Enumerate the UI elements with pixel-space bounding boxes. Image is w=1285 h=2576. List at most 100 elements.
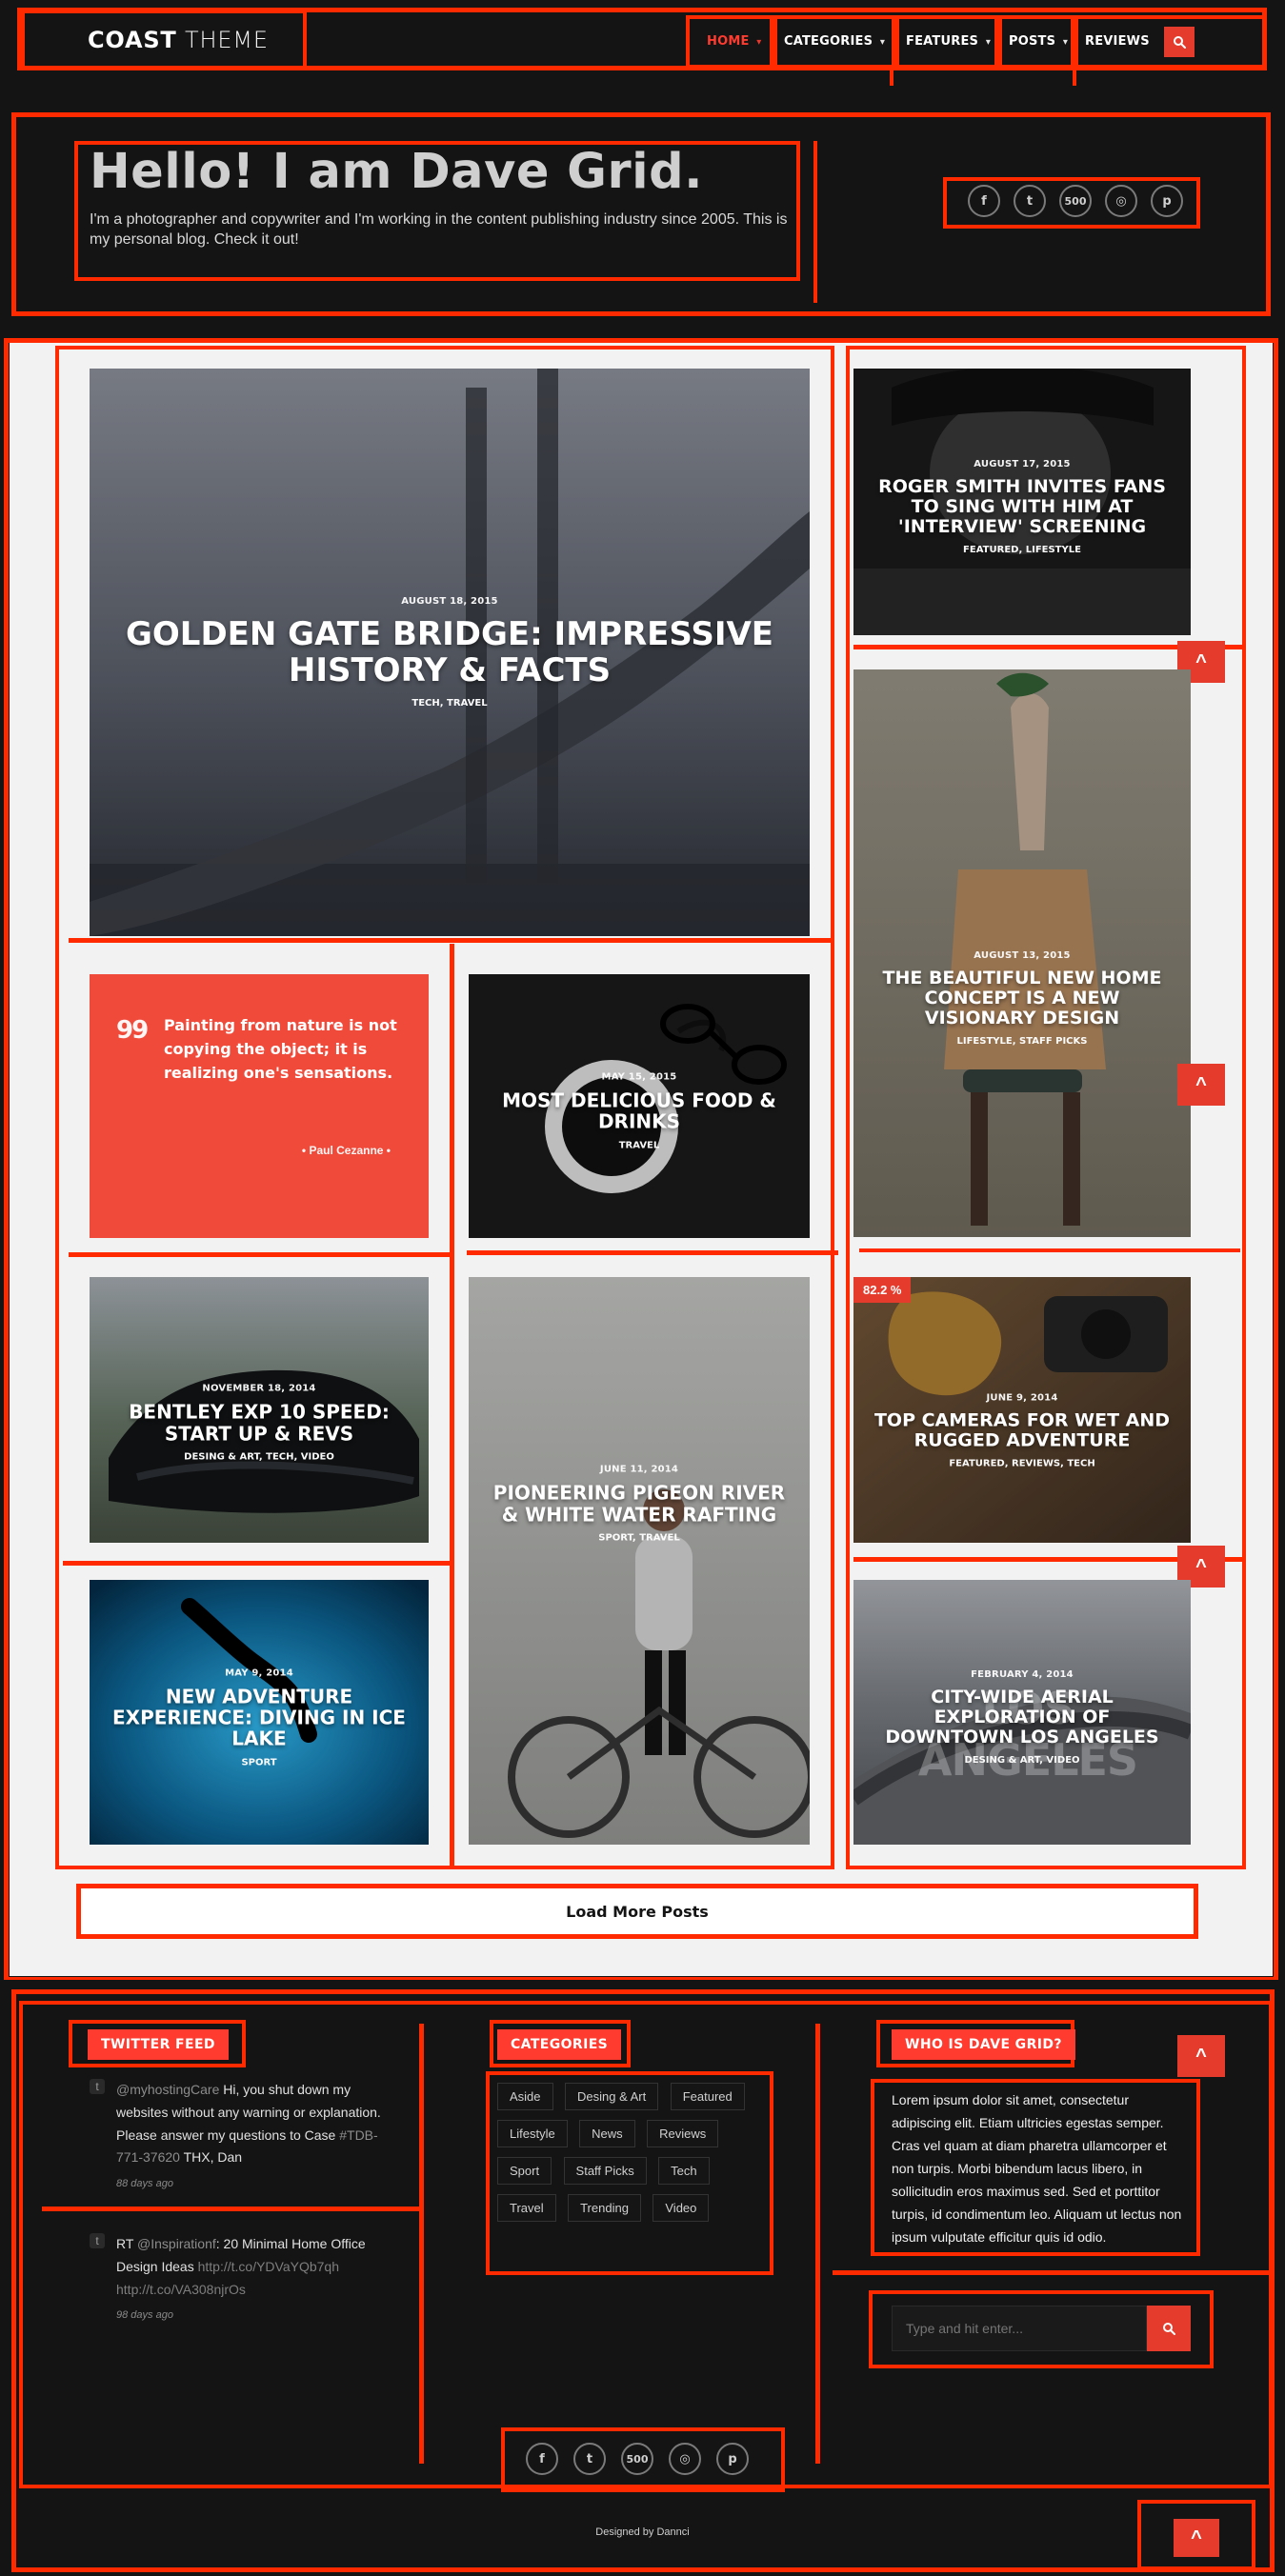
post-overlay: JUNE 9, 2014 TOP CAMERAS FOR WET AND RUG… xyxy=(853,1393,1191,1470)
post-tags: DESING & ART, VIDEO xyxy=(964,1755,1080,1767)
quote-card: 99 Painting from nature is not copying t… xyxy=(90,974,429,1238)
facebook-icon[interactable]: f xyxy=(526,2443,558,2475)
post-overlay: JUNE 11, 2014 PIONEERING PIGEON RIVER & … xyxy=(469,1465,810,1544)
footer-col-divider xyxy=(815,2024,820,2464)
post-overlay: FEBRUARY 4, 2014 CITY-WIDE AERIAL EXPLOR… xyxy=(853,1669,1191,1767)
post-tags: FEATURED, LIFESTYLE xyxy=(963,545,1081,556)
pinterest-icon[interactable]: p xyxy=(1151,185,1183,217)
post-overlay: AUGUST 13, 2015 THE BEAUTIFUL NEW HOME C… xyxy=(853,950,1191,1048)
post-title: CITY-WIDE AERIAL EXPLORATION OF DOWNTOWN… xyxy=(885,1686,1159,1748)
quote-mark-icon: 99 xyxy=(116,1016,149,1045)
facebook-icon[interactable]: f xyxy=(968,185,1000,217)
quote-text: Painting from nature is not copying the … xyxy=(164,1016,397,1082)
nav-categories[interactable]: CATEGORIES ▾ xyxy=(784,34,885,49)
page-subtitle: I'm a photographer and copywriter and I'… xyxy=(90,210,788,249)
scroll-up-button[interactable]: ^ xyxy=(1174,2519,1219,2557)
row-divider xyxy=(69,938,831,943)
post-overlay: MAY 9, 2014 NEW ADVENTURE EXPERIENCE: DI… xyxy=(90,1667,429,1767)
review-score-badge: 82.2 % xyxy=(853,1277,912,1303)
category-pill[interactable]: Reviews xyxy=(647,2120,719,2147)
twitter-icon[interactable]: t xyxy=(1014,185,1046,217)
category-pill[interactable]: Desing & Art xyxy=(564,2083,659,2110)
post-tags: FEATURED, REVIEWS, TECH xyxy=(949,1459,1095,1470)
post-card-roger[interactable]: AUGUST 17, 2015 ROGER SMITH INVITES FANS… xyxy=(853,369,1191,635)
footer-social: f t 500 ◎ p xyxy=(526,2443,749,2475)
category-pill[interactable]: Video xyxy=(653,2194,710,2222)
category-tags: Aside Desing & Art Featured Lifestyle Ne… xyxy=(497,2083,766,2231)
twitter-icon: t xyxy=(90,2079,105,2094)
tweet-time: 98 days ago xyxy=(116,2309,173,2322)
post-date: JUNE 9, 2014 xyxy=(986,1392,1058,1404)
post-date: MAY 9, 2014 xyxy=(225,1667,293,1678)
post-overlay: AUGUST 18, 2015 GOLDEN GATE BRIDGE: IMPR… xyxy=(90,596,810,709)
post-tags: TRAVEL xyxy=(618,1140,660,1151)
search-input[interactable] xyxy=(892,2306,1147,2351)
post-card-home-concept[interactable]: AUGUST 13, 2015 THE BEAUTIFUL NEW HOME C… xyxy=(853,669,1191,1237)
post-card-ice-lake[interactable]: MAY 9, 2014 NEW ADVENTURE EXPERIENCE: DI… xyxy=(90,1580,429,1845)
category-pill[interactable]: News xyxy=(579,2120,635,2147)
nav-features[interactable]: FEATURES ▾ xyxy=(906,34,991,49)
chevron-up-icon: ^ xyxy=(1195,1555,1207,1577)
chevron-up-icon: ^ xyxy=(1195,1073,1207,1095)
category-pill[interactable]: Tech xyxy=(658,2157,710,2185)
row-divider xyxy=(69,1252,450,1257)
post-date: JUNE 11, 2014 xyxy=(599,1465,679,1475)
nav-items: HOME ▾ CATEGORIES ▾ FEATURES ▾ POSTS ▾ R… xyxy=(686,15,1267,69)
post-card-rafting[interactable]: JUNE 11, 2014 PIONEERING PIGEON RIVER & … xyxy=(469,1277,810,1845)
category-pill[interactable]: Trending xyxy=(568,2194,641,2222)
instagram-icon[interactable]: ◎ xyxy=(669,2443,701,2475)
post-tags: DESING & ART, TECH, VIDEO xyxy=(184,1451,334,1463)
intro-divider xyxy=(813,141,817,303)
chevron-down-icon: ▾ xyxy=(985,37,992,48)
post-title: NEW ADVENTURE EXPERIENCE: DIVING IN ICE … xyxy=(112,1684,406,1750)
footer: TWITTER FEED t @myhostingCare Hi, you sh… xyxy=(0,1980,1285,2576)
row-divider xyxy=(467,1250,838,1255)
post-card-cameras[interactable]: 82.2 % JUNE 9, 2014 TOP CAMERAS FOR WET … xyxy=(853,1277,1191,1543)
post-card-food[interactable]: MAY 15, 2015 MOST DELICIOUS FOOD & DRINK… xyxy=(469,974,810,1238)
post-title: THE BEAUTIFUL NEW HOME CONCEPT IS A NEW … xyxy=(882,967,1162,1029)
category-pill[interactable]: Travel xyxy=(497,2194,556,2222)
chevron-up-icon: ^ xyxy=(1195,2045,1207,2067)
scroll-up-button[interactable]: ^ xyxy=(1177,2035,1225,2077)
500px-icon[interactable]: 500 xyxy=(1059,185,1092,217)
post-tags: SPORT xyxy=(241,1757,277,1768)
site-logo[interactable]: COAST THEME xyxy=(88,27,269,53)
about-heading: WHO IS DAVE GRID? xyxy=(892,2029,1075,2060)
500px-icon[interactable]: 500 xyxy=(621,2443,653,2475)
intro-text: Hello! I am Dave Grid. I'm a photographe… xyxy=(90,147,794,250)
pinterest-icon[interactable]: p xyxy=(716,2443,749,2475)
category-pill[interactable]: Sport xyxy=(497,2157,552,2185)
scroll-up-button[interactable]: ^ xyxy=(1177,1064,1225,1106)
twitter-icon[interactable]: t xyxy=(573,2443,606,2475)
post-title: ROGER SMITH INVITES FANS TO SING WITH HI… xyxy=(878,475,1166,538)
post-card-featured[interactable]: AUGUST 18, 2015 GOLDEN GATE BRIDGE: IMPR… xyxy=(90,369,810,936)
post-card-los-angeles[interactable]: LOS ANGELES FEBRUARY 4, 2014 CITY-WIDE A… xyxy=(853,1580,1191,1845)
chevron-up-icon: ^ xyxy=(1191,2526,1202,2548)
category-pill[interactable]: Lifestyle xyxy=(497,2120,568,2147)
nav-home[interactable]: HOME ▾ xyxy=(707,34,762,49)
post-card-bentley[interactable]: NOVEMBER 18, 2014 BENTLEY EXP 10 SPEED: … xyxy=(90,1277,429,1543)
category-pill[interactable]: Aside xyxy=(497,2083,553,2110)
nav-reviews[interactable]: REVIEWS xyxy=(1085,34,1150,49)
nav-posts[interactable]: POSTS ▾ xyxy=(1009,34,1068,49)
post-title: MOST DELICIOUS FOOD & DRINKS xyxy=(502,1088,776,1134)
search-submit-button[interactable] xyxy=(1147,2306,1191,2351)
search-button[interactable] xyxy=(1164,27,1195,57)
footer-search xyxy=(892,2306,1191,2351)
category-pill[interactable]: Staff Picks xyxy=(563,2157,647,2185)
post-date: AUGUST 17, 2015 xyxy=(974,458,1071,469)
row-divider xyxy=(859,1248,1240,1252)
tweet-text: @myhostingCare Hi, you shut down my webs… xyxy=(116,2079,385,2193)
load-more-button[interactable]: Load More Posts xyxy=(76,1884,1198,1939)
post-title: GOLDEN GATE BRIDGE: IMPRESSIVE HISTORY &… xyxy=(125,614,774,689)
post-tags: LIFESTYLE, STAFF PICKS xyxy=(956,1036,1088,1048)
cyclist-image xyxy=(469,1277,810,1845)
intro: Hello! I am Dave Grid. I'm a photographe… xyxy=(0,86,1285,330)
twitter-icon: t xyxy=(90,2233,105,2248)
twitter-heading: TWITTER FEED xyxy=(88,2029,229,2060)
category-pill[interactable]: Featured xyxy=(670,2083,745,2110)
intro-social: f t 500 ◎ p xyxy=(968,185,1183,217)
tweet-time: 88 days ago xyxy=(116,2178,173,2190)
main: AUGUST 18, 2015 GOLDEN GATE BRIDGE: IMPR… xyxy=(0,330,1285,1982)
instagram-icon[interactable]: ◎ xyxy=(1105,185,1137,217)
